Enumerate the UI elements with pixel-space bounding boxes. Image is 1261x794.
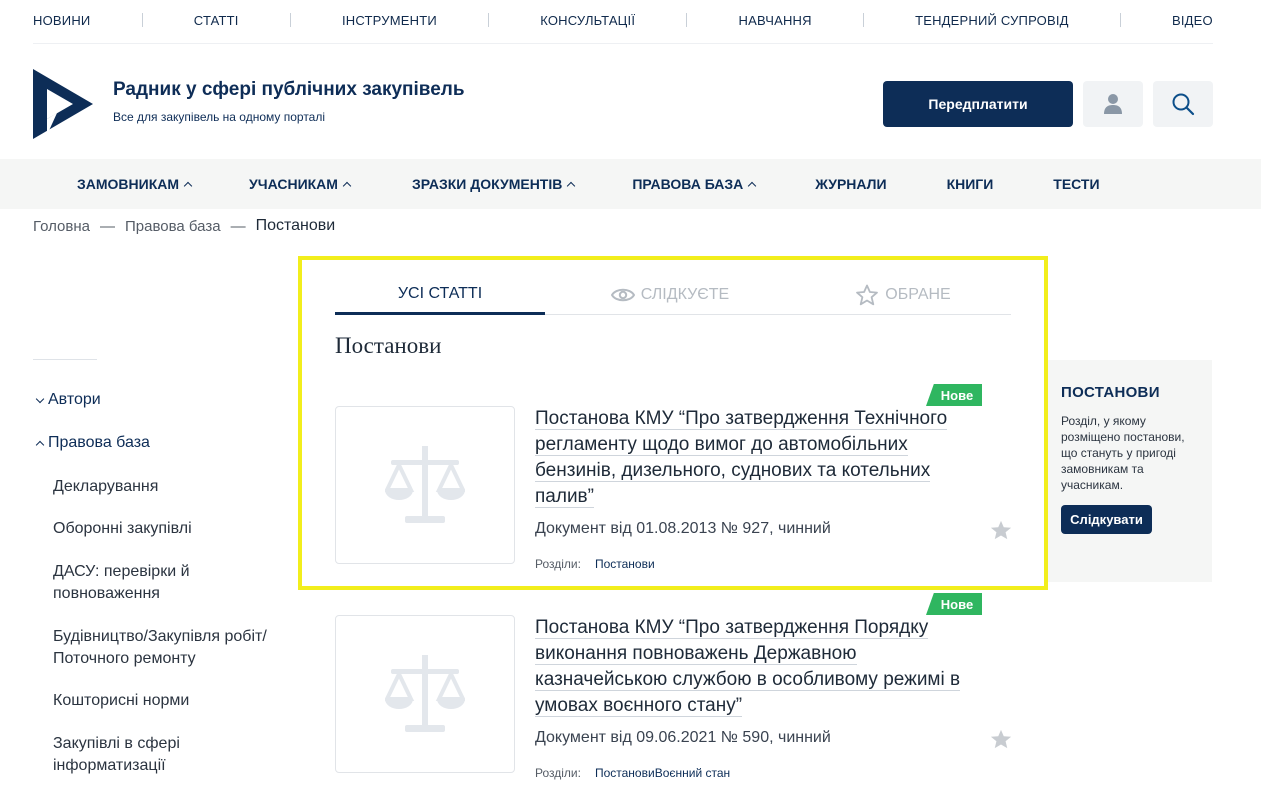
- sidebar-divider: [33, 359, 97, 360]
- topnav-education[interactable]: НАВЧАННЯ: [738, 13, 811, 28]
- tab-favorites[interactable]: ОБРАНЕ: [795, 276, 1011, 314]
- mainnav-label: ТЕСТИ: [1053, 176, 1100, 192]
- scales-icon: [385, 446, 465, 523]
- chevron-up-icon: [183, 181, 193, 191]
- main-navigation: ЗАМОВНИКАМ УЧАСНИКАМ ЗРАЗКИ ДОКУМЕНТІВ П…: [0, 159, 1261, 209]
- topnav-consultations[interactable]: КОНСУЛЬТАЦІЇ: [540, 13, 635, 28]
- article-sections: Розділи: Постанови Воєнний стан: [535, 766, 730, 780]
- sidebar-subitem-estimates[interactable]: Кошторисні норми: [53, 690, 313, 712]
- mainnav-label: ПРАВОВА БАЗА: [632, 176, 744, 192]
- sidebar-item-label: Правова база: [48, 434, 150, 451]
- sidebar-subitem-declaration[interactable]: Декларування: [53, 476, 313, 498]
- chevron-up-icon: [567, 181, 576, 191]
- mainnav-label: КНИГИ: [946, 176, 994, 192]
- article-meta: Документ від 01.08.2013 № 927, чинний: [535, 520, 831, 537]
- article-tabs: УСІ СТАТТІ СЛІДКУЄТЕ ОБРАНЕ: [335, 276, 1011, 315]
- new-badge: Нове: [926, 593, 982, 615]
- search-icon: [1172, 93, 1195, 116]
- article-title[interactable]: Постанова КМУ “Про затвердження Технічно…: [535, 406, 975, 510]
- site-title[interactable]: Радник у сфері публічних закупівель: [113, 79, 465, 101]
- follow-button[interactable]: Слідкувати: [1061, 505, 1152, 534]
- top-navigation: НОВИНИ СТАТТІ ІНСТРУМЕНТИ КОНСУЛЬТАЦІЇ Н…: [33, 0, 1213, 40]
- tab-label: СЛІДКУЄТЕ: [640, 286, 730, 303]
- tab-following[interactable]: СЛІДКУЄТЕ: [545, 276, 795, 314]
- topnav-tender-support[interactable]: ТЕНДЕРНИЙ СУПРОВІД: [915, 13, 1069, 28]
- sidebar-subitem-dasu[interactable]: ДАСУ: перевірки й повноваження: [53, 561, 253, 605]
- topnav-divider: [1119, 13, 1121, 27]
- breadcrumb: Головна — Правова база — Постанови: [33, 217, 335, 235]
- article-title[interactable]: Постанова КМУ “Про затвердження Порядку …: [535, 615, 975, 719]
- breadcrumb-legal-base[interactable]: Правова база: [125, 218, 221, 235]
- topnav-articles[interactable]: СТАТТІ: [194, 13, 239, 28]
- mainnav-tests[interactable]: ТЕСТИ: [1053, 176, 1099, 192]
- section-tag[interactable]: Постанови: [595, 766, 655, 780]
- mainnav-legal-base[interactable]: ПРАВОВА БАЗА: [632, 176, 757, 192]
- breadcrumb-home[interactable]: Головна: [33, 218, 90, 235]
- sections-label: Розділи:: [535, 766, 581, 780]
- scales-icon: [385, 655, 465, 732]
- breadcrumb-separator: —: [100, 217, 115, 235]
- subscribe-button[interactable]: Передплатити: [883, 81, 1073, 127]
- tab-label: ОБРАНЕ: [885, 286, 951, 303]
- chevron-up-icon: [35, 440, 45, 449]
- site-subtitle: Все для закупівель на одному порталі: [113, 110, 326, 124]
- topnav-divider: [141, 13, 143, 27]
- breadcrumb-current: Постанови: [255, 217, 336, 234]
- chevron-up-icon: [747, 181, 757, 191]
- section-tag[interactable]: Постанови: [595, 557, 655, 571]
- chevron-up-icon: [342, 181, 352, 191]
- sidebar-subitem-defense[interactable]: Оборонні закупівлі: [53, 518, 313, 540]
- favorite-star-icon[interactable]: [990, 519, 1012, 541]
- mainnav-journals[interactable]: ЖУРНАЛИ: [815, 176, 886, 192]
- top-divider: [33, 43, 1213, 44]
- info-box-title: ПОСТАНОВИ: [1061, 384, 1160, 401]
- article-title-text: Постанова КМУ “Про затвердження Технічно…: [535, 408, 948, 508]
- user-icon: [1104, 94, 1122, 114]
- info-box-text: Розділ, у якому розміщено постанови, що …: [1061, 414, 1185, 492]
- favorite-star-icon[interactable]: [990, 728, 1012, 750]
- user-button[interactable]: [1083, 81, 1143, 127]
- topnav-divider: [862, 13, 864, 27]
- topnav-divider: [488, 13, 490, 27]
- article-sections: Розділи: Постанови: [535, 557, 655, 571]
- new-badge: Нове: [926, 384, 982, 406]
- mainnav-label: ЗРАЗКИ ДОКУМЕНТІВ: [411, 176, 563, 192]
- article-title-text: Постанова КМУ “Про затвердження Порядку …: [535, 617, 961, 717]
- breadcrumb-separator: —: [230, 217, 246, 235]
- topnav-divider: [686, 13, 688, 27]
- search-button[interactable]: [1153, 81, 1213, 127]
- sidebar-item-authors[interactable]: Автори: [35, 391, 101, 409]
- tab-label: УСІ СТАТТІ: [397, 285, 483, 302]
- mainnav-label: УЧАСНИКАМ: [249, 176, 338, 192]
- sections-label: Розділи:: [535, 557, 581, 571]
- star-outline-icon: [856, 284, 879, 306]
- section-info-box: ПОСТАНОВИ Розділ, у якому розміщено пост…: [1046, 360, 1212, 582]
- sidebar-item-label: Автори: [48, 391, 101, 408]
- mainnav-document-samples[interactable]: ЗРАЗКИ ДОКУМЕНТІВ: [411, 176, 576, 192]
- logo-icon[interactable]: [33, 69, 93, 139]
- article-thumbnail[interactable]: [335, 615, 515, 773]
- topnav-video[interactable]: ВІДЕО: [1172, 13, 1213, 28]
- topnav-tools[interactable]: ІНСТРУМЕНТИ: [342, 13, 437, 28]
- eye-icon: [610, 288, 635, 302]
- topnav-divider: [289, 13, 291, 27]
- mainnav-books[interactable]: КНИГИ: [947, 176, 994, 192]
- sidebar-subitem-construction[interactable]: Будівництво/Закупівля робіт/ Поточного р…: [53, 626, 313, 670]
- article-meta: Документ від 09.06.2021 № 590, чинний: [535, 729, 831, 746]
- mainnav-label: ЖУРНАЛИ: [815, 176, 887, 192]
- section-tag[interactable]: Воєнний стан: [655, 766, 730, 780]
- chevron-down-icon: [35, 394, 45, 403]
- sidebar-item-legal-base[interactable]: Правова база: [35, 434, 150, 452]
- tab-all-articles[interactable]: УСІ СТАТТІ: [335, 276, 545, 315]
- article-thumbnail[interactable]: [335, 406, 515, 564]
- sidebar-subitem-informatization[interactable]: Закупівлі в сфері інформатизації: [53, 733, 233, 777]
- topnav-news[interactable]: НОВИНИ: [33, 13, 90, 28]
- mainnav-customers[interactable]: ЗАМОВНИКАМ: [77, 176, 193, 192]
- mainnav-participants[interactable]: УЧАСНИКАМ: [249, 176, 352, 192]
- mainnav-label: ЗАМОВНИКАМ: [77, 176, 180, 192]
- section-title: Постанови: [335, 333, 442, 358]
